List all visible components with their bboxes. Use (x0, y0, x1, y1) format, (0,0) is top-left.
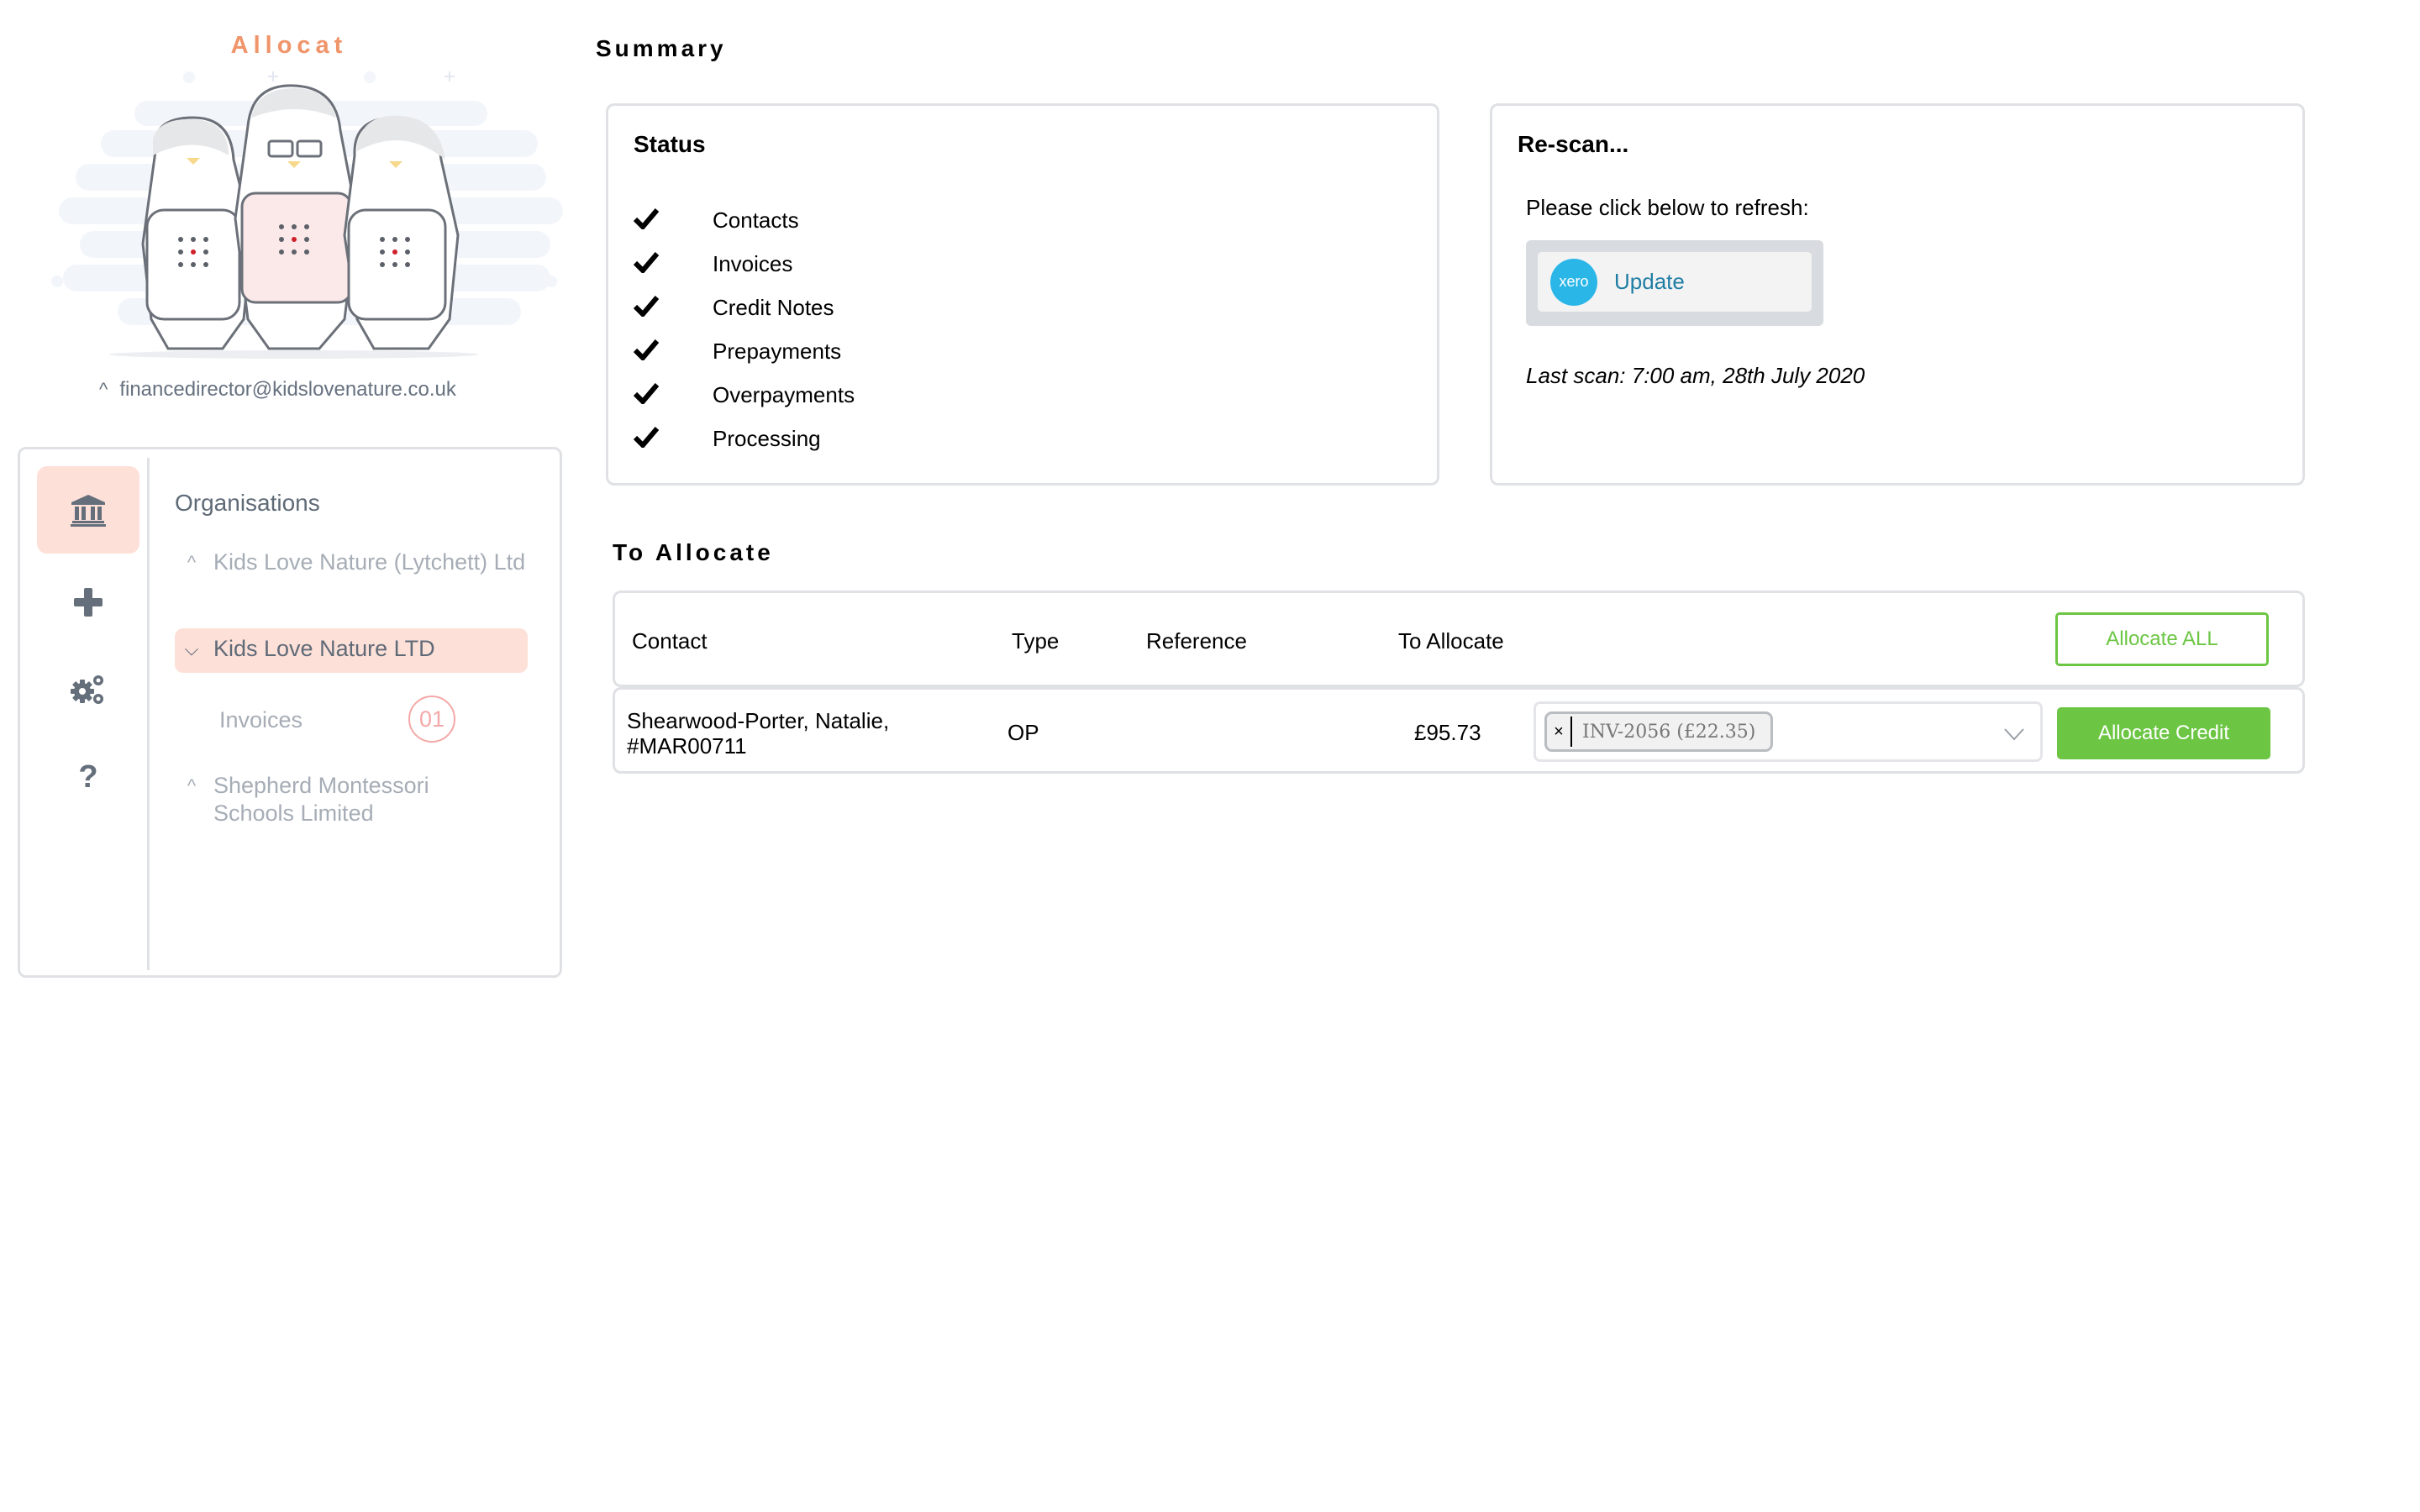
rail-button-add[interactable] (37, 559, 139, 646)
chevron-up-icon: ^ (187, 552, 197, 573)
invoice-select[interactable]: × INV-2056 (£22.35) (1534, 701, 2043, 762)
table-row: Shearwood-Porter, Natalie, #MAR00711 OP … (613, 687, 2305, 774)
xero-update-container: xero Update (1526, 240, 1823, 326)
chevron-down-icon[interactable] (2003, 721, 2025, 744)
allocate-table-header: Contact Type Reference To Allocate Alloc… (613, 591, 2305, 687)
status-item: Invoices (633, 242, 855, 286)
check-icon (633, 426, 713, 452)
status-item: Processing (633, 417, 855, 460)
app-brand: Allocat (230, 32, 348, 59)
invoices-count-badge: 01 (408, 696, 455, 743)
check-icon (633, 339, 713, 365)
sidebar-item-invoices[interactable]: Invoices (219, 707, 302, 733)
xero-update-button[interactable]: xero Update (1538, 252, 1812, 312)
status-list: Contacts Invoices Credit Notes Prepaymen… (633, 198, 855, 460)
rail-button-help[interactable]: ? (37, 733, 139, 821)
rail-button-organisations[interactable] (37, 466, 139, 554)
summary-title: Summary (596, 35, 727, 61)
allocate-credit-button[interactable]: Allocate Credit (2057, 707, 2270, 759)
question-icon: ? (78, 759, 98, 795)
column-header-contact: Contact (632, 628, 708, 654)
chevron-up-icon: ^ (99, 379, 108, 400)
last-scan-timestamp: Last scan: 7:00 am, 28th July 2020 (1526, 363, 1865, 388)
remove-tag-icon[interactable]: × (1547, 722, 1570, 742)
column-header-type: Type (1012, 628, 1060, 654)
amount-cell: £95.73 (1414, 720, 1481, 745)
to-allocate-title: To Allocate (613, 539, 774, 565)
selected-invoice-tag: × INV-2056 (£22.35) (1544, 711, 1773, 752)
status-item: Contacts (633, 198, 855, 242)
user-email: financedirector@kidslovenature.co.uk (119, 378, 456, 401)
org-item-label: Kids Love Nature LTD (213, 636, 435, 661)
bank-icon (71, 495, 106, 527)
status-item: Prepayments (633, 329, 855, 373)
rail-button-settings[interactable] (37, 646, 139, 733)
check-icon (633, 382, 713, 408)
sidebar-item-label: Invoices (219, 707, 303, 732)
selected-invoice-label: INV-2056 (£22.35) (1582, 721, 1756, 743)
chevron-up-icon: ^ (187, 775, 197, 796)
column-header-to-allocate: To Allocate (1398, 628, 1504, 654)
contact-cell: Shearwood-Porter, Natalie, #MAR00711 (627, 708, 890, 759)
check-icon (633, 251, 713, 277)
status-title: Status (634, 131, 706, 157)
plus-icon (74, 588, 103, 617)
cogs-icon (71, 675, 103, 704)
status-item: Overpayments (633, 373, 855, 417)
update-label: Update (1614, 269, 1685, 294)
status-item: Credit Notes (633, 286, 855, 329)
org-item-label: Shepherd Montessori Schools Limited (213, 773, 429, 826)
column-header-reference: Reference (1146, 628, 1247, 654)
rescan-prompt: Please click below to refresh: (1526, 195, 1809, 220)
org-item-active[interactable]: ⌵ Kids Love Nature LTD (175, 628, 528, 673)
icon-rail: ? (20, 449, 150, 975)
xero-logo-icon: xero (1550, 258, 1597, 306)
organisations-title: Organisations (175, 490, 320, 516)
check-icon (633, 295, 713, 321)
rescan-title: Re-scan... (1518, 131, 1629, 157)
rail-divider (147, 458, 150, 970)
type-cell: OP (1007, 720, 1039, 745)
chevron-down-icon: ⌵ (184, 638, 199, 659)
status-card: Status Contacts Invoices Credit Notes Pr… (606, 103, 1439, 486)
org-item-label: Kids Love Nature (Lytchett) Ltd (213, 549, 526, 575)
rescan-card: Re-scan... Please click below to refresh… (1490, 103, 2305, 486)
org-item[interactable]: ^ Shepherd Montessori Schools Limited (175, 772, 452, 827)
allocate-all-button[interactable]: Allocate ALL (2055, 612, 2269, 666)
penguins-illustration (51, 71, 563, 359)
org-item[interactable]: ^ Kids Love Nature (Lytchett) Ltd (175, 549, 528, 576)
check-icon (633, 207, 713, 234)
user-account-toggle[interactable]: ^ financedirector@kidslovenature.co.uk (99, 378, 456, 402)
